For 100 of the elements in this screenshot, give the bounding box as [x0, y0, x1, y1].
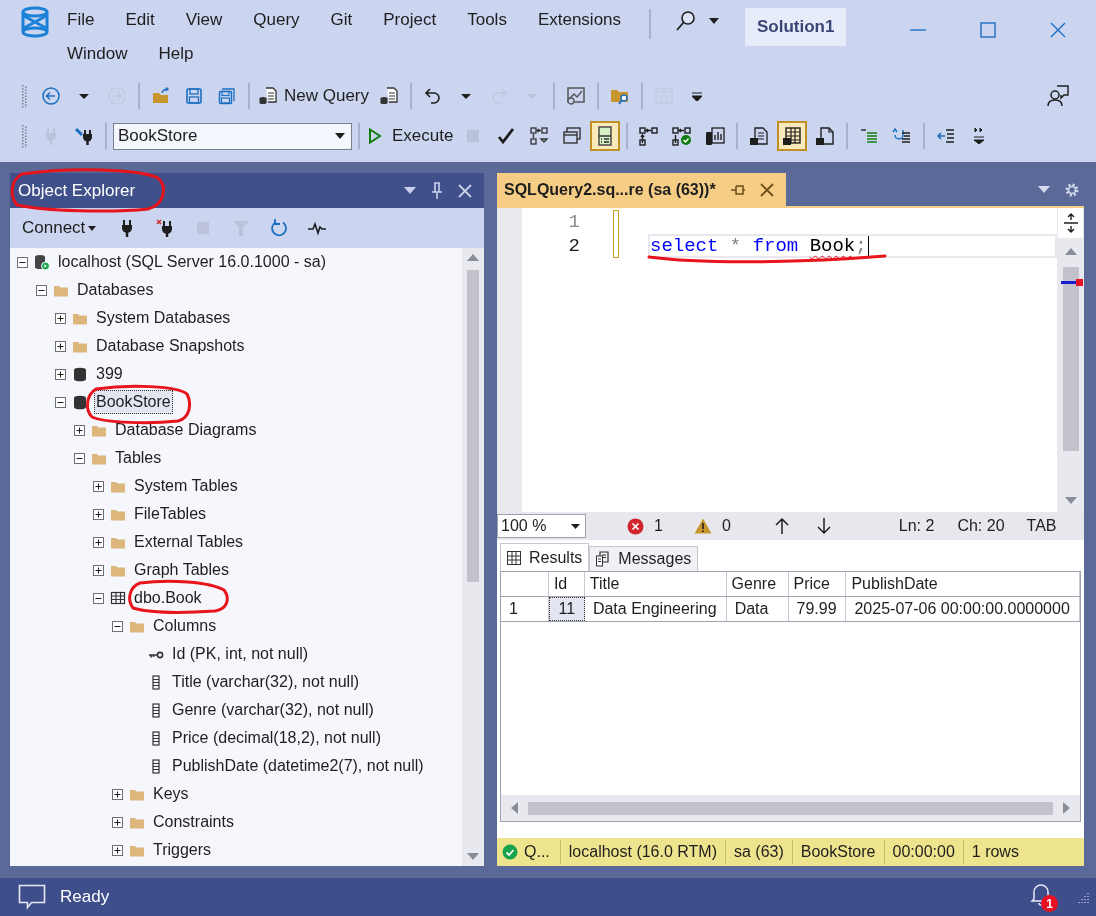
- collapse-icon[interactable]: [55, 396, 66, 408]
- column-header[interactable]: Price: [788, 572, 847, 596]
- bell-icon[interactable]: [1030, 882, 1052, 906]
- caret-icon[interactable]: [404, 187, 416, 194]
- scroll-down-icon[interactable]: [467, 853, 479, 860]
- status-text: Ready: [60, 886, 110, 909]
- toolbar-grip[interactable]: [22, 124, 28, 148]
- zoom-dropdown[interactable]: 100 %: [497, 514, 586, 538]
- search-icon[interactable]: [675, 10, 697, 32]
- menu-item[interactable]: Extensions: [537, 8, 622, 32]
- column-header[interactable]: Genre: [726, 572, 789, 596]
- scrollbar[interactable]: [501, 795, 1080, 821]
- results-tab[interactable]: Results: [500, 543, 590, 571]
- tree-item[interactable]: dbo.Book: [132, 586, 204, 610]
- scroll-down-icon[interactable]: [1064, 497, 1077, 504]
- tree-item[interactable]: 399: [94, 362, 125, 386]
- expand-icon[interactable]: [74, 424, 85, 436]
- table-cell[interactable]: 79.99: [788, 597, 847, 621]
- scrollbar[interactable]: [1057, 208, 1084, 512]
- scrollbar[interactable]: [462, 248, 484, 866]
- error-icon[interactable]: [627, 517, 644, 535]
- status-field: BookStore: [792, 840, 885, 864]
- tree-item[interactable]: Genre (varchar(32), not null): [170, 698, 376, 722]
- close-icon[interactable]: [759, 182, 774, 197]
- collapse-icon[interactable]: [17, 256, 28, 268]
- tree-item[interactable]: Graph Tables: [132, 558, 231, 582]
- line-number: 1: [567, 210, 580, 234]
- menu-item[interactable]: Tools: [467, 8, 507, 32]
- tree-item[interactable]: Tables: [113, 446, 164, 470]
- menu-item[interactable]: Help: [158, 42, 194, 66]
- column-header[interactable]: Id: [548, 572, 585, 596]
- column-header[interactable]: Title: [584, 572, 727, 596]
- expand-icon[interactable]: [55, 312, 66, 324]
- menu-item[interactable]: Window: [67, 42, 128, 66]
- status-field: 00:00:00: [884, 840, 964, 864]
- tree-item[interactable]: System Databases: [94, 306, 233, 330]
- menu-item[interactable]: Query: [253, 8, 300, 32]
- document-tab[interactable]: SQLQuery2.sq...re (sa (63))*: [497, 173, 786, 206]
- scroll-left-icon[interactable]: [511, 802, 518, 814]
- tree-item[interactable]: Database Diagrams: [113, 418, 259, 442]
- tree-item[interactable]: Keys: [151, 782, 191, 806]
- table-cell[interactable]: Data: [726, 597, 789, 621]
- split-icon: [1062, 213, 1079, 233]
- execute-button[interactable]: Execute: [366, 121, 456, 151]
- new-query-button[interactable]: New Query: [256, 81, 372, 111]
- menu-item[interactable]: Edit: [125, 8, 155, 32]
- tree-item[interactable]: Columns: [151, 614, 219, 638]
- expand-icon[interactable]: [112, 816, 123, 828]
- collapse-icon[interactable]: [93, 592, 104, 604]
- menu-item[interactable]: Project: [383, 8, 437, 32]
- scroll-right-icon[interactable]: [1063, 802, 1070, 814]
- tree-item[interactable]: localhost (SQL Server 16.0.1000 - sa): [56, 250, 328, 274]
- menu-item[interactable]: View: [185, 8, 223, 32]
- tree-item[interactable]: PublishDate (datetime2(7), not null): [170, 754, 426, 778]
- pin-icon[interactable]: [729, 183, 746, 196]
- feedback-icon[interactable]: [1046, 84, 1070, 108]
- results-tab[interactable]: Messages: [589, 546, 699, 571]
- menu-item[interactable]: Git: [330, 8, 353, 32]
- tree-item[interactable]: Title (varchar(32), not null): [170, 670, 362, 694]
- expand-icon[interactable]: [55, 340, 66, 352]
- expand-icon[interactable]: [55, 368, 66, 380]
- app-logo[interactable]: [19, 6, 51, 38]
- connect-button[interactable]: Connect: [22, 215, 97, 241]
- tree-item[interactable]: Price (decimal(18,2), not null): [170, 726, 383, 750]
- caret-icon: [88, 225, 97, 231]
- table-cell[interactable]: 2025-07-06 00:00:00.0000000: [846, 597, 1080, 621]
- table-cell[interactable]: 11: [548, 597, 585, 621]
- tree-item[interactable]: FileTables: [132, 502, 209, 526]
- split-button[interactable]: [1058, 208, 1083, 238]
- caret-icon[interactable]: [709, 18, 719, 24]
- expand-icon[interactable]: [112, 788, 123, 800]
- tree-item[interactable]: Triggers: [151, 838, 214, 862]
- gear-icon[interactable]: [1064, 181, 1080, 198]
- warning-icon[interactable]: [693, 518, 712, 534]
- tree-item[interactable]: External Tables: [132, 530, 246, 554]
- tree-item[interactable]: Id (PK, int, not null): [170, 642, 311, 666]
- expand-icon[interactable]: [93, 564, 104, 576]
- expand-icon[interactable]: [112, 844, 123, 856]
- scroll-up-icon[interactable]: [1064, 248, 1077, 255]
- collapse-icon[interactable]: [112, 620, 123, 632]
- up-arrow-icon[interactable]: [774, 517, 789, 535]
- collapse-icon[interactable]: [74, 452, 85, 464]
- down-arrow-icon[interactable]: [816, 517, 831, 535]
- column-header[interactable]: PublishDate: [846, 572, 1080, 596]
- database-dropdown[interactable]: BookStore: [113, 122, 352, 150]
- tree-item[interactable]: Database Snapshots: [94, 334, 247, 358]
- expand-icon[interactable]: [93, 480, 104, 492]
- toolbar-grip[interactable]: [22, 84, 28, 108]
- expand-icon[interactable]: [93, 536, 104, 548]
- tree-item[interactable]: Constraints: [151, 810, 236, 834]
- chat-icon[interactable]: [18, 884, 46, 910]
- tree-item[interactable]: Databases: [75, 278, 156, 302]
- table-cell[interactable]: Data Engineering: [584, 597, 727, 621]
- tree-item[interactable]: BookStore: [94, 390, 173, 414]
- scroll-up-icon[interactable]: [467, 254, 479, 261]
- menu-item[interactable]: File: [67, 8, 95, 32]
- collapse-icon[interactable]: [36, 284, 47, 296]
- tree-item[interactable]: System Tables: [132, 474, 240, 498]
- expand-icon[interactable]: [93, 508, 104, 520]
- resize-grip-icon[interactable]: [1078, 891, 1090, 903]
